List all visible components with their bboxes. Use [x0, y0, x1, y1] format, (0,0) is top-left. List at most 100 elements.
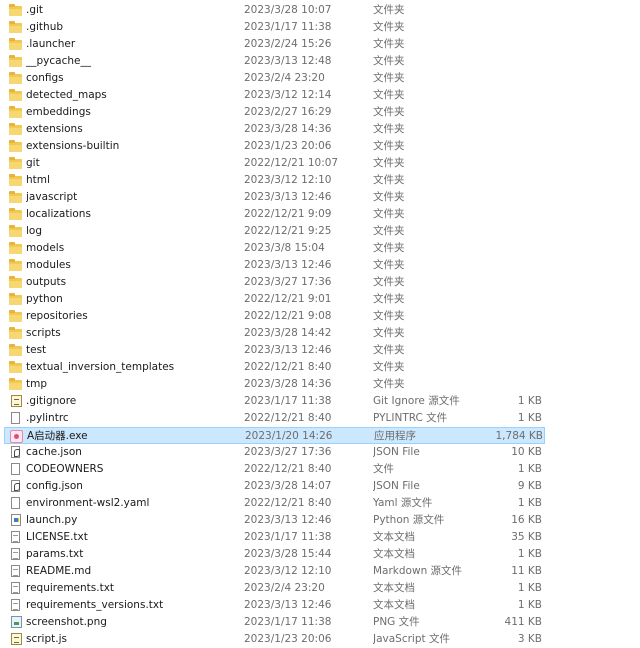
file-row[interactable]: README.md 2023/3/12 12:10 Markdown 源文件 11 K… [4, 563, 545, 580]
file-row[interactable]: screenshot.png 2023/1/17 11:38 PNG 文件 411 K… [4, 614, 545, 631]
file-icon-cell [9, 580, 23, 597]
file-modified-date: 2022/12/21 9:08 [244, 310, 332, 322]
file-name: requirements.txt [26, 582, 115, 594]
blank-file-icon [11, 412, 20, 424]
file-row[interactable]: .gitignore 2023/1/17 11:38 Git Ignore 源文件 1… [4, 393, 545, 410]
file-row[interactable]: launch.py 2023/3/13 12:46 Python 源文件 16 KB [4, 512, 545, 529]
file-row[interactable]: .pylintrc 2022/12/21 8:40 PYLINTRC 文件 1 KB [4, 410, 545, 427]
file-name: requirements_versions.txt [26, 599, 164, 611]
file-icon-cell [9, 53, 23, 70]
file-size [474, 87, 542, 104]
file-modified-date: 2023/3/28 14:36 [244, 123, 332, 135]
file-modified-date: 2023/3/13 12:46 [244, 259, 332, 271]
file-row[interactable]: requirements.txt 2023/2/4 23:20 文本文档 1 KB [4, 580, 545, 597]
folder-icon [9, 140, 22, 152]
file-icon-cell [9, 614, 23, 631]
file-icon-cell [9, 172, 23, 189]
file-size [474, 274, 542, 291]
file-row[interactable]: localizations 2022/12/21 9:09 文件夹 [4, 206, 545, 223]
file-modified-date: 2023/3/12 12:10 [244, 174, 332, 186]
folder-icon [9, 344, 22, 356]
file-modified-date: 2023/3/12 12:10 [244, 565, 332, 577]
file-row[interactable]: environment-wsl2.yaml 2022/12/21 8:40 Yaml… [4, 495, 545, 512]
file-row[interactable]: LICENSE.txt 2023/1/17 11:38 文本文档 35 KB [4, 529, 545, 546]
file-icon-cell [9, 410, 23, 427]
file-row[interactable]: textual_inversion_templates 2022/12/21 8:… [4, 359, 545, 376]
file-modified-date: 2022/12/21 10:07 [244, 157, 339, 169]
folder-icon [9, 89, 22, 101]
file-row[interactable]: python 2022/12/21 9:01 文件夹 [4, 291, 545, 308]
file-icon-cell [9, 308, 23, 325]
file-icon-cell [9, 512, 23, 529]
folder-icon [9, 38, 22, 50]
file-row[interactable]: scripts 2023/3/28 14:42 文件夹 [4, 325, 545, 342]
folder-icon [9, 293, 22, 305]
file-size: 411 KB [504, 616, 542, 628]
file-size [474, 104, 542, 121]
file-row[interactable]: .github 2023/1/17 11:38 文件夹 [4, 19, 545, 36]
file-icon-cell [9, 257, 23, 274]
file-modified-date: 2023/1/17 11:38 [244, 616, 332, 628]
file-name: textual_inversion_templates [26, 361, 175, 373]
file-row[interactable]: .git 2023/3/28 10:07 文件夹 [4, 2, 545, 19]
file-size: 9 KB [517, 480, 542, 492]
file-row[interactable]: tmp 2023/3/28 14:36 文件夹 [4, 376, 545, 393]
file-row[interactable]: modules 2023/3/13 12:46 文件夹 [4, 257, 545, 274]
file-row[interactable]: git 2022/12/21 10:07 文件夹 [4, 155, 545, 172]
file-name: scripts [26, 327, 61, 339]
file-modified-date: 2023/3/28 15:44 [244, 548, 332, 560]
file-icon-cell [9, 155, 23, 172]
file-row[interactable]: detected_maps 2023/3/12 12:14 文件夹 [4, 87, 545, 104]
file-row[interactable]: params.txt 2023/3/28 15:44 文本文档 1 KB [4, 546, 545, 563]
folder-icon [9, 259, 22, 271]
file-size: 1 KB [517, 599, 542, 611]
file-modified-date: 2023/3/13 12:46 [244, 344, 332, 356]
script-file-icon [11, 395, 22, 407]
file-row[interactable]: script.js 2023/1/23 20:06 JavaScript 文件 3 K… [4, 631, 545, 648]
folder-icon [9, 361, 22, 373]
file-row[interactable]: cache.json 2023/3/27 17:36 JSON File 10 KB [4, 444, 545, 461]
file-icon-cell [9, 563, 23, 580]
file-name: A启动器.exe [27, 430, 88, 442]
file-row[interactable]: test 2023/3/13 12:46 文件夹 [4, 342, 545, 359]
file-row[interactable]: __pycache__ 2023/3/13 12:48 文件夹 [4, 53, 545, 70]
file-modified-date: 2022/12/21 9:01 [244, 293, 332, 305]
file-row[interactable]: extensions 2023/3/28 14:36 文件夹 [4, 121, 545, 138]
file-row[interactable]: config.json 2023/3/28 14:07 JSON File 9 KB [4, 478, 545, 495]
file-row[interactable]: requirements_versions.txt 2023/3/13 12:46… [4, 597, 545, 614]
file-row[interactable]: log 2022/12/21 9:25 文件夹 [4, 223, 545, 240]
file-modified-date: 2023/3/13 12:46 [244, 599, 332, 611]
file-size: 1 KB [517, 412, 542, 424]
file-row[interactable]: CODEOWNERS 2022/12/21 8:40 文件 1 KB [4, 461, 545, 478]
file-name: extensions [26, 123, 83, 135]
file-row[interactable]: javascript 2023/3/13 12:46 文件夹 [4, 189, 545, 206]
file-name: launch.py [26, 514, 78, 526]
file-row[interactable]: models 2023/3/8 15:04 文件夹 [4, 240, 545, 257]
file-size [474, 257, 542, 274]
file-icon-cell [9, 393, 23, 410]
folder-icon [9, 191, 22, 203]
file-size [474, 325, 542, 342]
file-row[interactable]: html 2023/3/12 12:10 文件夹 [4, 172, 545, 189]
file-size [474, 342, 542, 359]
file-name: cache.json [26, 446, 82, 458]
file-name: localizations [26, 208, 91, 220]
file-row[interactable]: configs 2023/2/4 23:20 文件夹 [4, 70, 545, 87]
file-icon-cell [9, 546, 23, 563]
folder-icon [9, 242, 22, 254]
file-icon-cell [9, 240, 23, 257]
file-row[interactable]: .launcher 2023/2/24 15:26 文件夹 [4, 36, 545, 53]
file-row[interactable]: extensions-builtin 2023/1/23 20:06 文件夹 [4, 138, 545, 155]
file-row[interactable]: outputs 2023/3/27 17:36 文件夹 [4, 274, 545, 291]
blank-file-icon [11, 497, 20, 509]
file-modified-date: 2023/3/28 14:36 [244, 378, 332, 390]
file-size [474, 2, 542, 19]
file-row[interactable]: embeddings 2023/2/27 16:29 文件夹 [4, 104, 545, 121]
file-row[interactable]: repositories 2022/12/21 9:08 文件夹 [4, 308, 545, 325]
file-row[interactable]: A启动器.exe 2023/1/20 14:26 应用程序 1,784 KB [4, 427, 545, 444]
file-icon-cell [9, 478, 23, 495]
file-icon-cell [9, 189, 23, 206]
file-icon-cell [9, 223, 23, 240]
file-icon-cell [9, 529, 23, 546]
file-name: repositories [26, 310, 88, 322]
